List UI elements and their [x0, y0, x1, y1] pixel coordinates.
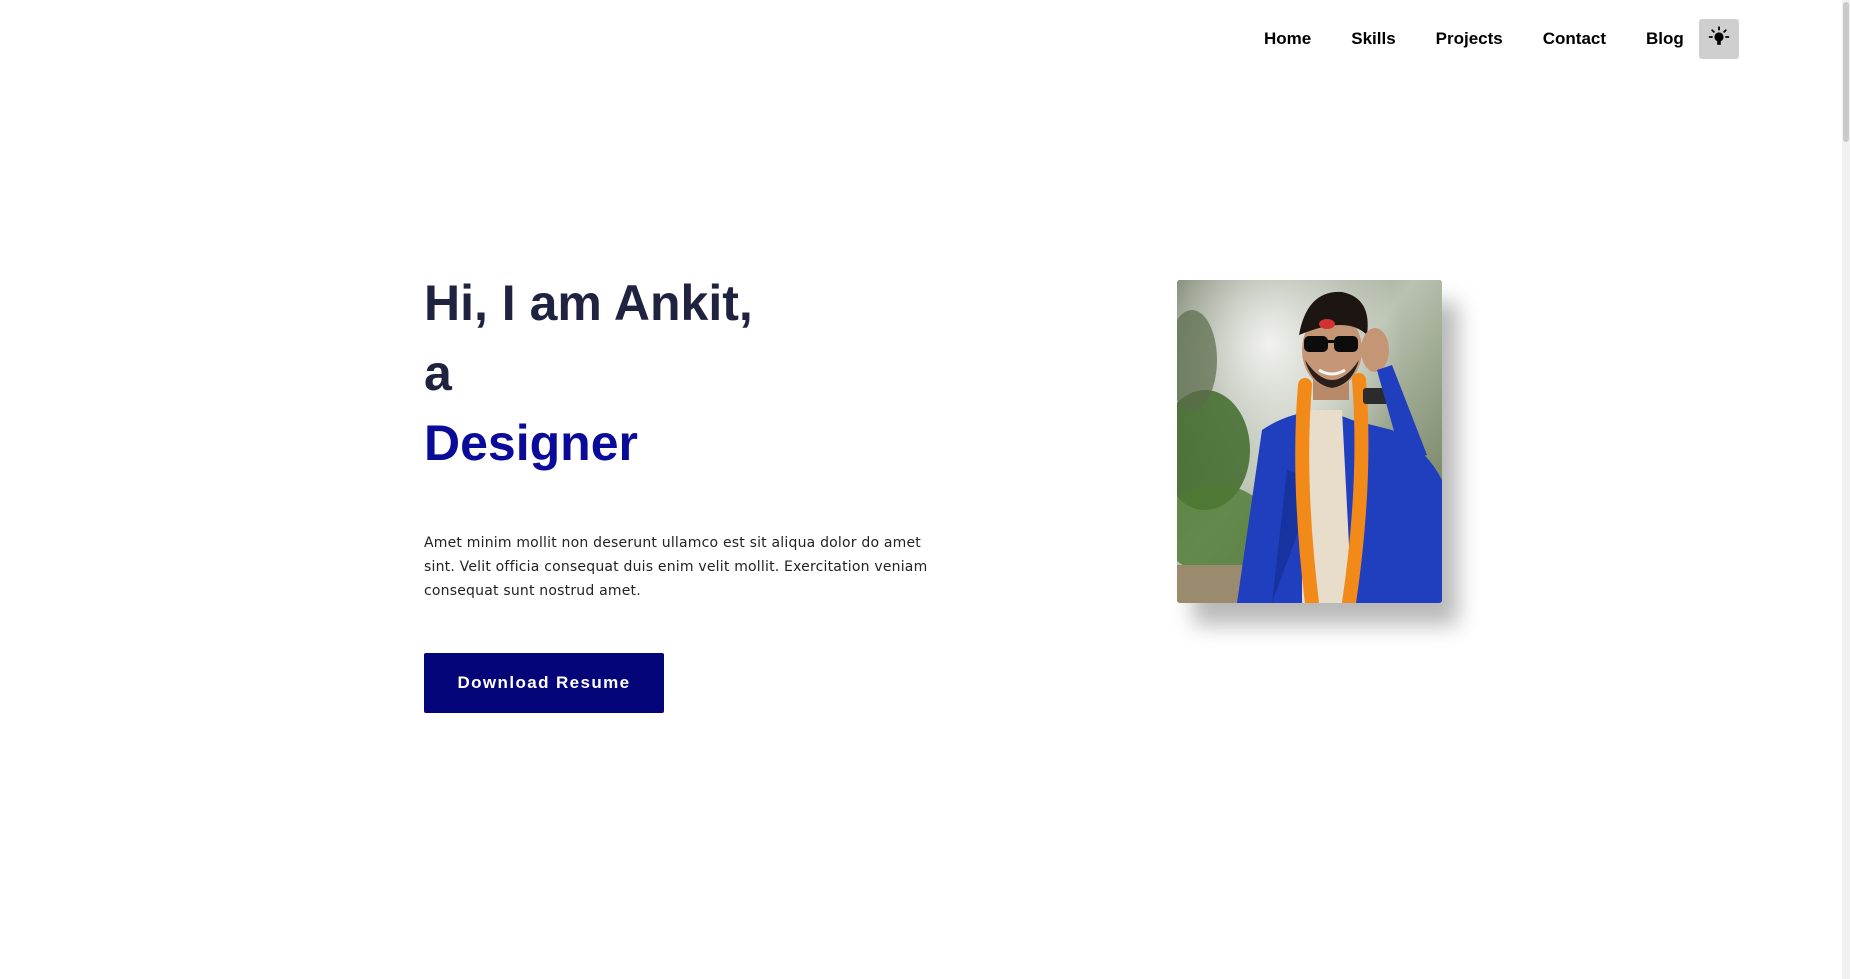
nav-link-home[interactable]: Home [1264, 26, 1311, 52]
top-navigation: Home Skills Projects Contact Blog [0, 0, 1850, 80]
scrollbar-thumb[interactable] [1843, 2, 1849, 142]
nav-link-blog[interactable]: Blog [1646, 26, 1684, 52]
download-resume-button[interactable]: Download Resume [424, 653, 664, 713]
nav-links: Home Skills Projects Contact Blog [1264, 26, 1684, 52]
hero-description: Amet minim mollit non deserunt ullamco e… [424, 535, 928, 599]
hero-article: a [424, 345, 452, 401]
nav-link-projects[interactable]: Projects [1436, 26, 1503, 52]
lightbulb-icon [1707, 25, 1731, 54]
nav-link-contact[interactable]: Contact [1543, 26, 1606, 52]
nav-link-skills[interactable]: Skills [1351, 26, 1395, 52]
hero-greeting: Hi, I am Ankit, [424, 275, 753, 331]
hero-heading: Hi, I am Ankit, a Designer [424, 268, 753, 478]
profile-photo-illustration [1177, 280, 1442, 603]
hero-role: Designer [424, 415, 638, 471]
portfolio-page: Home Skills Projects Contact Blog Hi, I … [0, 0, 1850, 979]
theme-toggle-button[interactable] [1699, 19, 1739, 59]
page-scrollbar[interactable] [1842, 0, 1850, 979]
profile-photo [1177, 280, 1442, 603]
